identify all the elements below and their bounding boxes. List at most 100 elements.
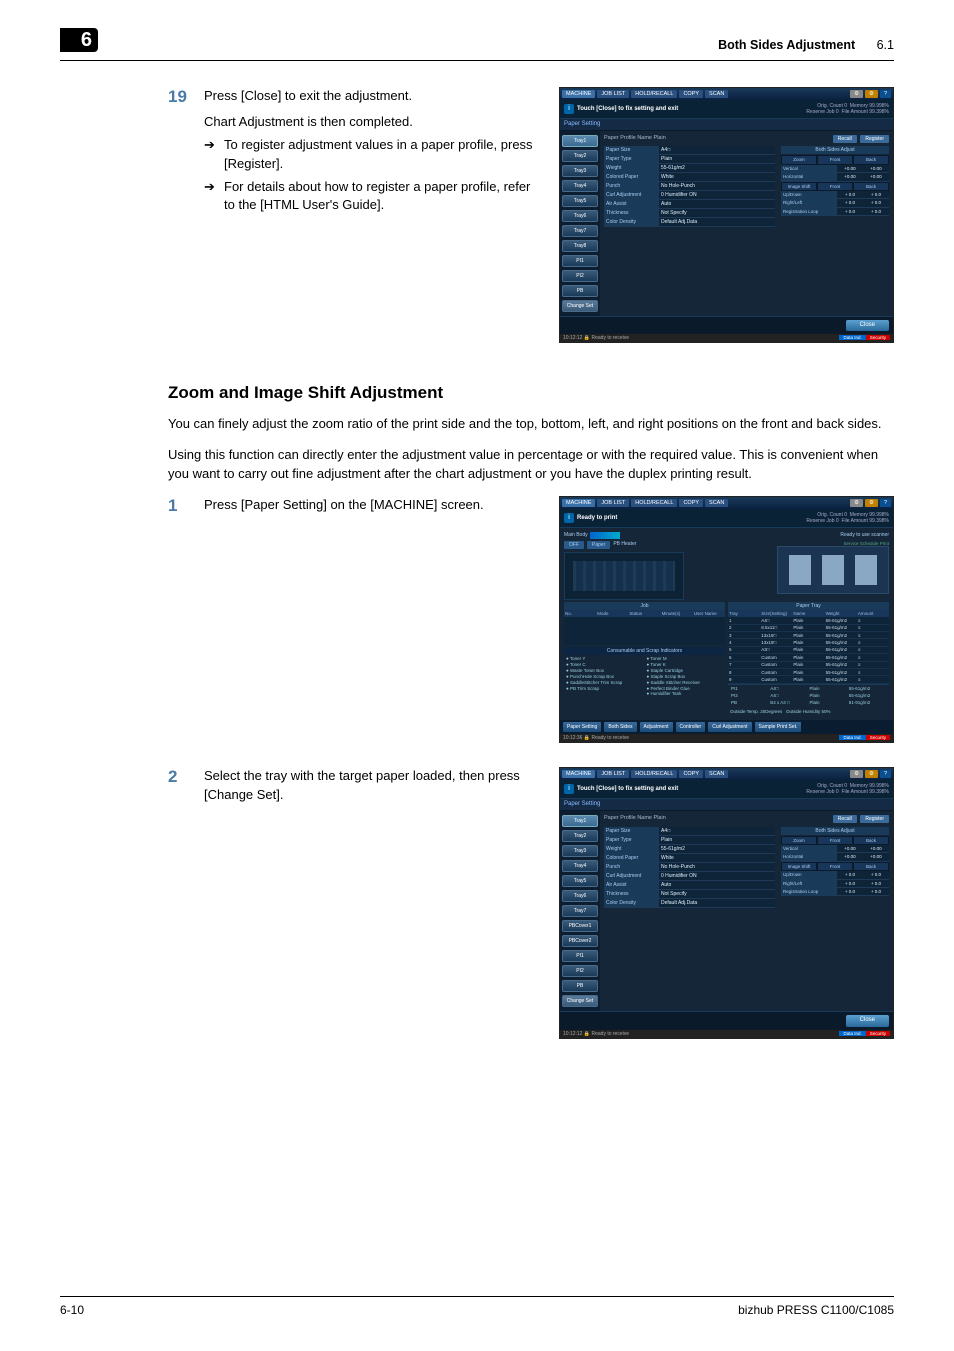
tab-amber[interactable]: ⚙ (865, 499, 878, 508)
step-text: Select the tray with the target paper lo… (204, 767, 543, 805)
scanner-ready: Ready to use scanner (840, 532, 889, 539)
tab-utility[interactable]: ⚙ (850, 770, 863, 779)
tab-joblist[interactable]: JOB LIST (597, 90, 629, 99)
tab-amber[interactable]: ⚙ (865, 90, 878, 99)
tab-utility[interactable]: ⚙ (850, 499, 863, 508)
tab-machine[interactable]: MACHINE (562, 90, 595, 99)
bullet-text: For details about how to register a pape… (224, 178, 543, 216)
tray-button[interactable]: Tray1 (562, 815, 598, 827)
led-security: Security (866, 735, 890, 740)
controller-button[interactable]: Controller (676, 722, 706, 732)
paragraph: Using this function can directly enter t… (168, 446, 894, 484)
section-title: Zoom and Image Shift Adjustment (168, 383, 894, 403)
tab-copy[interactable]: COPY (679, 499, 703, 508)
tab-help[interactable]: ? (880, 90, 891, 99)
tab-scan[interactable]: SCAN (705, 770, 728, 779)
screenshot-paper-setting: MACHINE JOB LIST HOLD/RECALL COPY SCAN ⚙… (559, 87, 894, 343)
led-data: Data Ind. (839, 735, 865, 740)
status-message: Ready to print (577, 515, 617, 521)
tray-button[interactable]: PI2 (562, 965, 598, 977)
led-data: Data Ind. (839, 335, 865, 340)
info-icon: i (564, 104, 574, 114)
change-set-button[interactable]: Change Set (562, 995, 598, 1007)
heater-off-button[interactable]: OFF (564, 541, 584, 549)
tray-button[interactable]: Tray6 (562, 210, 598, 222)
tray-button[interactable]: PB (562, 285, 598, 297)
tab-joblist[interactable]: JOB LIST (597, 770, 629, 779)
status-message: Touch [Close] to fix setting and exit (577, 786, 678, 792)
tray-button[interactable]: PB (562, 980, 598, 992)
counter-stats: Orig. Count 0 Memory 99.998% Reserve Job… (806, 512, 889, 524)
tab-machine[interactable]: MACHINE (562, 770, 595, 779)
tab-help[interactable]: ? (880, 499, 891, 508)
tray-button[interactable]: Tray3 (562, 845, 598, 857)
tab-machine[interactable]: MACHINE (562, 499, 595, 508)
step-number: 19 (168, 87, 204, 107)
heater-paper-button[interactable]: Paper (587, 541, 610, 549)
close-button[interactable]: Close (846, 320, 889, 331)
tray-button[interactable]: PBCover1 (562, 920, 598, 932)
step-number: 2 (168, 767, 204, 787)
main-body-label: Main Body (564, 532, 588, 539)
tray-button[interactable]: Tray5 (562, 875, 598, 887)
sample-print-button[interactable]: Sample Print Set. (755, 722, 802, 732)
tray-button[interactable]: Tray6 (562, 890, 598, 902)
page-number: 6-10 (60, 1303, 84, 1317)
tray-button[interactable]: Tray5 (562, 195, 598, 207)
status-time: 10:12:12 (563, 335, 582, 341)
chapter-tab: 6 (60, 28, 98, 52)
recall-button[interactable]: Recall (833, 135, 857, 143)
tab-recall[interactable]: HOLD/RECALL (631, 770, 677, 779)
job-list: Job No. Mode Status Minute(s) User Name … (564, 602, 725, 716)
product-name: bizhub PRESS C1100/C1085 (738, 1303, 894, 1317)
section-label: Paper Setting (560, 799, 893, 811)
tray-button[interactable]: Tray2 (562, 150, 598, 162)
register-button[interactable]: Register (860, 135, 889, 143)
tab-joblist[interactable]: JOB LIST (597, 499, 629, 508)
tray-button[interactable]: PBCover2 (562, 935, 598, 947)
tray-button[interactable]: Tray7 (562, 905, 598, 917)
header-rule (60, 60, 894, 61)
both-sides-button[interactable]: Both Sides (604, 722, 636, 732)
tab-recall[interactable]: HOLD/RECALL (631, 499, 677, 508)
register-button[interactable]: Register (860, 815, 889, 823)
change-set-button[interactable]: Change Set (562, 300, 598, 312)
tray-button[interactable]: Tray7 (562, 225, 598, 237)
status-ready: Ready to receive (591, 735, 629, 741)
tray-button[interactable]: Tray4 (562, 860, 598, 872)
paper-setting-button[interactable]: Paper Setting (563, 722, 601, 732)
tray-button[interactable]: Tray8 (562, 240, 598, 252)
tab-utility[interactable]: ⚙ (850, 90, 863, 99)
tab-recall[interactable]: HOLD/RECALL (631, 90, 677, 99)
tray-button[interactable]: PI1 (562, 950, 598, 962)
both-sides-adjust-panel: Both Sides Adjust ZoomFrontBack Vertical… (781, 827, 889, 908)
recall-button[interactable]: Recall (833, 815, 857, 823)
output-preview (777, 546, 889, 594)
tab-amber[interactable]: ⚙ (865, 770, 878, 779)
curl-adjustment-button[interactable]: Curl Adjustment (708, 722, 751, 732)
tray-button[interactable]: Tray2 (562, 830, 598, 842)
tab-scan[interactable]: SCAN (705, 90, 728, 99)
arrow-icon: ➔ (204, 136, 224, 174)
tray-button[interactable]: Tray1 (562, 135, 598, 147)
tab-scan[interactable]: SCAN (705, 499, 728, 508)
close-button[interactable]: Close (846, 1015, 889, 1026)
tray-button[interactable]: PI1 (562, 255, 598, 267)
tab-help[interactable]: ? (880, 770, 891, 779)
section-label: Paper Setting (560, 119, 893, 131)
profile-label: Paper Profile Name (604, 135, 652, 141)
paper-property-table: Paper SizeA4□ Paper TypePlain Weight55-6… (604, 827, 775, 908)
page-footer: 6-10 bizhub PRESS C1100/C1085 (60, 1296, 894, 1317)
counter-stats: Orig. Count 0 Memory 99.998% Reserve Job… (806, 783, 889, 795)
tab-copy[interactable]: COPY (679, 770, 703, 779)
counter-stats: Orig. Count 0 Memory 99.998% Reserve Job… (806, 103, 889, 115)
tray-button[interactable]: PI2 (562, 270, 598, 282)
screenshot-paper-setting-2: MACHINE JOB LIST HOLD/RECALL COPY SCAN ⚙… (559, 767, 894, 1038)
tray-button[interactable]: Tray4 (562, 180, 598, 192)
tab-copy[interactable]: COPY (679, 90, 703, 99)
led-security: Security (866, 335, 890, 340)
step-text: Press [Paper Setting] on the [MACHINE] s… (204, 496, 543, 515)
tray-button[interactable]: Tray3 (562, 165, 598, 177)
adjustment-button[interactable]: Adjustment (640, 722, 673, 732)
bullet-text: To register adjustment values in a paper… (224, 136, 543, 174)
